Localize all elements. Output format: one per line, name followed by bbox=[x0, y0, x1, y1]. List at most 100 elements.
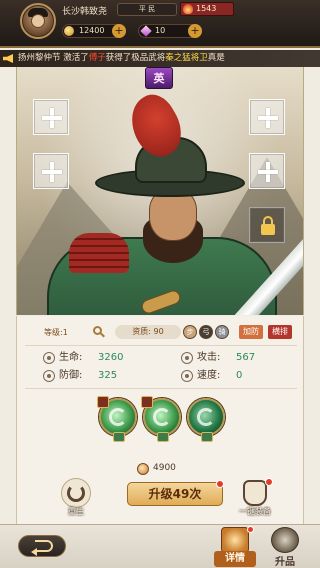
exp-coin-icon bbox=[137, 463, 149, 475]
announcement-text: 扬州黎仲节 激活了傅子获得了极品武将秦之猛将卫真是 bbox=[18, 50, 225, 67]
add-gold-button[interactable]: + bbox=[112, 24, 126, 38]
stat-defense-label: 防御: bbox=[59, 370, 83, 381]
skill-row bbox=[17, 394, 305, 446]
recycle-icon bbox=[67, 484, 85, 502]
aptitude-pill: 资质: 90 bbox=[115, 325, 181, 339]
archer-class-icon: 弓 bbox=[199, 325, 213, 339]
stat-attack-value: 567 bbox=[236, 352, 256, 363]
stat-hp: 生命: 3260 bbox=[43, 350, 153, 366]
plus-icon bbox=[42, 162, 62, 182]
skill-slot-1[interactable] bbox=[97, 396, 137, 442]
wind-skill-icon bbox=[197, 408, 215, 426]
infantry-class-icon: 步 bbox=[183, 325, 197, 339]
upgrade-cost-value: 4900 bbox=[153, 463, 176, 473]
rebirth-label: 重生 bbox=[68, 507, 84, 516]
tab-details-label: 详情 bbox=[214, 551, 256, 567]
gold-coin-icon bbox=[64, 26, 74, 36]
trait-tag-defense: 加防 bbox=[239, 325, 263, 339]
notification-dot bbox=[216, 480, 224, 488]
return-arrow-icon bbox=[31, 540, 53, 556]
skill-type-badge bbox=[97, 396, 109, 408]
announcement-mid: 获得了极品武将 bbox=[105, 53, 166, 63]
hero-info-panel: 等级:1 资质: 90 步 弓 骑 加防 横排 生命: 3260 攻击: 567… bbox=[16, 316, 304, 524]
rank-badge: 平 民 bbox=[117, 3, 177, 16]
skill-slot-2[interactable] bbox=[141, 396, 181, 442]
speaker-icon bbox=[3, 54, 13, 63]
announcement-marquee: 扬州黎仲节 激活了傅子获得了极品武将秦之猛将卫真是 bbox=[0, 50, 320, 67]
faction-badge: 英 bbox=[145, 67, 173, 89]
stat-speed-label: 速度: bbox=[197, 370, 221, 381]
tab-promote[interactable]: 升品 bbox=[264, 527, 306, 568]
stat-defense-value: 325 bbox=[98, 370, 118, 381]
gold-counter: 12400 + bbox=[62, 24, 126, 38]
back-button[interactable] bbox=[18, 535, 66, 557]
equip-slot-4[interactable] bbox=[249, 153, 285, 189]
announcement-highlight-1: 傅子 bbox=[88, 53, 106, 63]
skill-level-badge bbox=[157, 432, 169, 442]
tab-details[interactable]: 详情 bbox=[214, 526, 256, 568]
hero-stage: 英 战力 1543 bbox=[16, 67, 304, 315]
hero-shoulder-guard bbox=[69, 233, 129, 273]
announcement-suffix: 真是 bbox=[207, 53, 225, 63]
wind-skill-icon bbox=[153, 408, 171, 426]
fire-icon bbox=[183, 4, 193, 14]
trait-tag-formation: 横排 bbox=[268, 325, 292, 339]
equip-slot-1[interactable] bbox=[33, 99, 69, 135]
resource-row: 12400 + 10 + bbox=[62, 24, 214, 38]
gem-counter: 10 + bbox=[138, 24, 202, 38]
skill-level-badge bbox=[113, 432, 125, 442]
stat-speed: 速度: 0 bbox=[181, 368, 291, 384]
auto-equip-button[interactable]: 一键装备 bbox=[233, 478, 275, 520]
skill-slot-3[interactable] bbox=[187, 398, 225, 442]
auto-equip-label: 一键装备 bbox=[239, 507, 271, 516]
divider bbox=[25, 345, 297, 346]
armor-icon bbox=[243, 480, 267, 506]
equip-slot-3[interactable] bbox=[249, 99, 285, 135]
boot-icon bbox=[181, 370, 193, 382]
stat-hp-label: 生命: bbox=[59, 352, 83, 363]
avatar-face bbox=[31, 14, 45, 28]
level-up-label: 升级49次 bbox=[148, 487, 202, 501]
notification-dot bbox=[247, 526, 254, 533]
bottom-bar: 详情 升品 bbox=[0, 524, 320, 568]
player-power-value: 1543 bbox=[196, 4, 217, 13]
stat-attack-label: 攻击: bbox=[197, 352, 221, 363]
stat-hp-value: 3260 bbox=[98, 352, 124, 363]
wind-skill-icon bbox=[109, 408, 127, 426]
stat-attack: 攻击: 567 bbox=[181, 350, 291, 366]
notification-dot bbox=[265, 478, 273, 486]
hero-level: 等级:1 bbox=[44, 328, 68, 337]
skill-level-badge bbox=[201, 432, 213, 442]
stat-speed-value: 0 bbox=[236, 370, 243, 381]
plus-icon bbox=[258, 162, 278, 182]
hero-stats: 生命: 3260 攻击: 567 防御: 325 速度: 0 bbox=[17, 350, 305, 400]
player-name: 长沙韩致尧 bbox=[62, 7, 108, 17]
tab-promote-label: 升品 bbox=[275, 557, 295, 568]
player-avatar[interactable] bbox=[20, 3, 56, 39]
announcement-highlight-2: 秦之猛将卫 bbox=[165, 53, 208, 63]
gem-value: 10 bbox=[155, 26, 166, 35]
announcement-action: 激活了 bbox=[63, 53, 89, 63]
shield-icon bbox=[43, 370, 55, 382]
hero-summary-row: 等级:1 资质: 90 步 弓 骑 加防 横排 bbox=[17, 324, 305, 342]
plus-icon bbox=[42, 108, 62, 128]
equip-slot-locked[interactable] bbox=[249, 207, 285, 243]
top-bar: 长沙韩致尧 平 民 1543 12400 + 10 + bbox=[0, 0, 320, 48]
announcement-prefix: 扬州黎仲节 bbox=[18, 53, 61, 63]
level-up-button[interactable]: 升级49次 bbox=[127, 480, 224, 506]
sword-icon bbox=[181, 352, 193, 364]
heart-icon bbox=[43, 352, 55, 364]
gem-icon bbox=[140, 25, 152, 37]
equip-slot-2[interactable] bbox=[33, 153, 69, 189]
rebirth-button[interactable]: 重生 bbox=[59, 478, 93, 520]
book-icon bbox=[221, 527, 249, 553]
cavalry-class-icon: 骑 bbox=[215, 325, 229, 339]
lock-icon bbox=[261, 216, 275, 236]
stat-defense: 防御: 325 bbox=[43, 368, 153, 384]
promote-icon bbox=[271, 527, 299, 553]
divider bbox=[25, 388, 297, 389]
plus-icon bbox=[258, 108, 278, 128]
skill-type-badge bbox=[141, 396, 153, 408]
magnifier-icon[interactable] bbox=[93, 326, 105, 338]
add-gem-button[interactable]: + bbox=[188, 24, 202, 38]
